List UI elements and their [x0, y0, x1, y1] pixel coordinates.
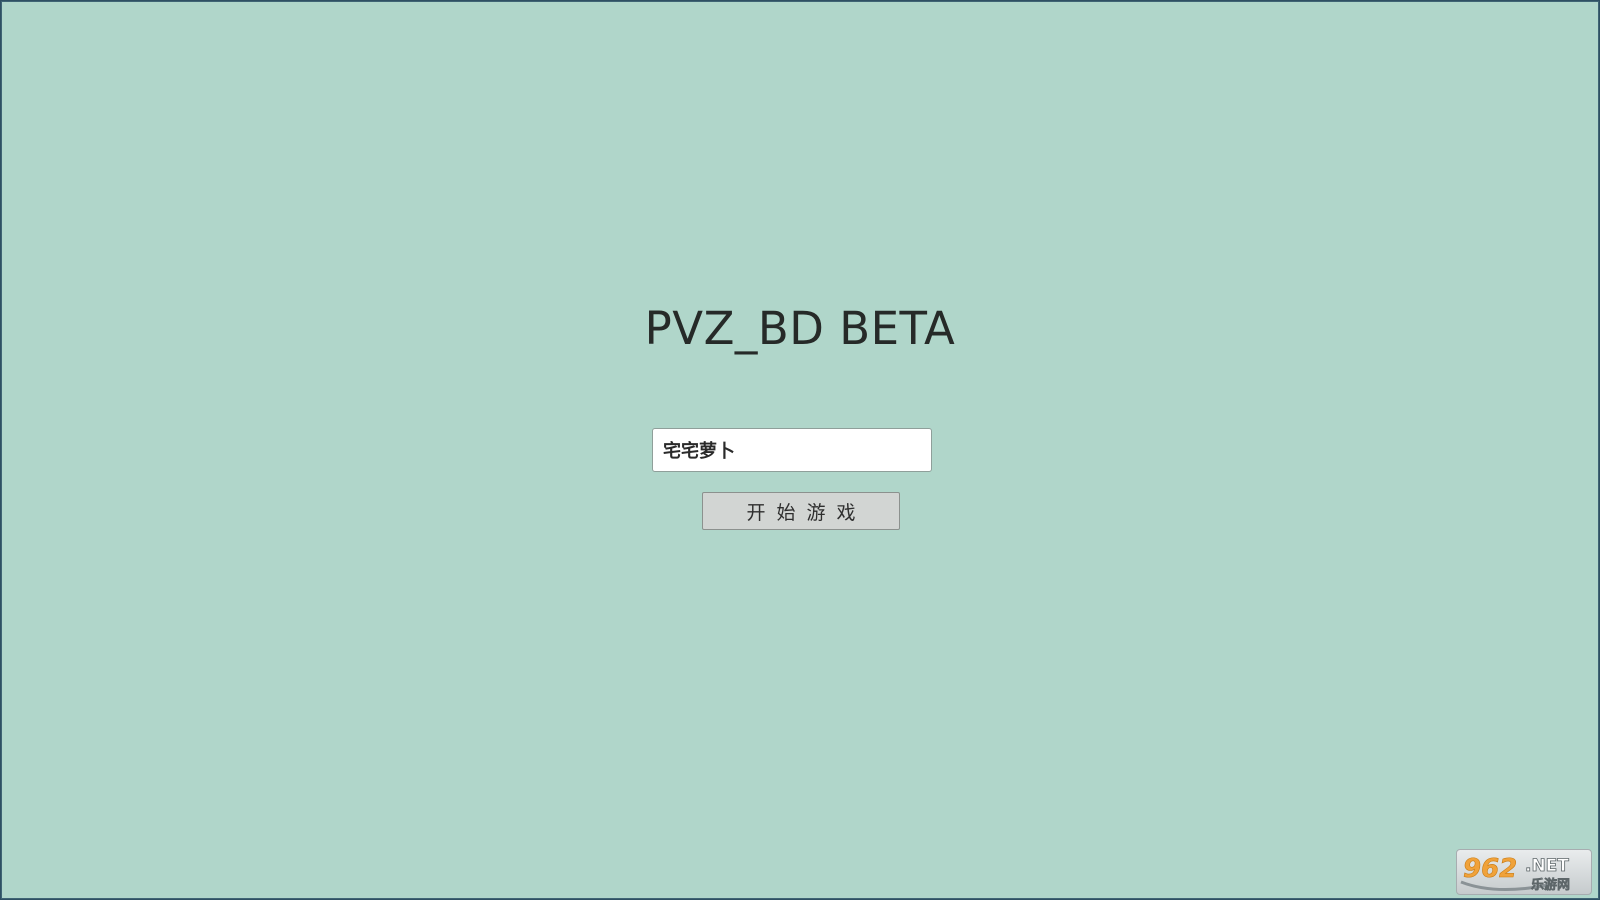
player-name-input[interactable]: [652, 428, 932, 472]
watermark-suffix: .NET: [1525, 856, 1569, 876]
watermark-logo-icon: 962 .NET 乐游网: [1460, 854, 1570, 893]
watermark-cn: 乐游网: [1531, 877, 1570, 893]
start-game-button[interactable]: 开始游戏: [702, 492, 900, 530]
site-watermark-logo: 962 .NET 乐游网: [1456, 849, 1592, 895]
game-screen: PVZ_BD BETA 开始游戏 962 .NET 乐游网: [1, 1, 1599, 899]
game-title: PVZ_BD BETA: [644, 302, 956, 355]
watermark-number: 962: [1463, 854, 1517, 884]
